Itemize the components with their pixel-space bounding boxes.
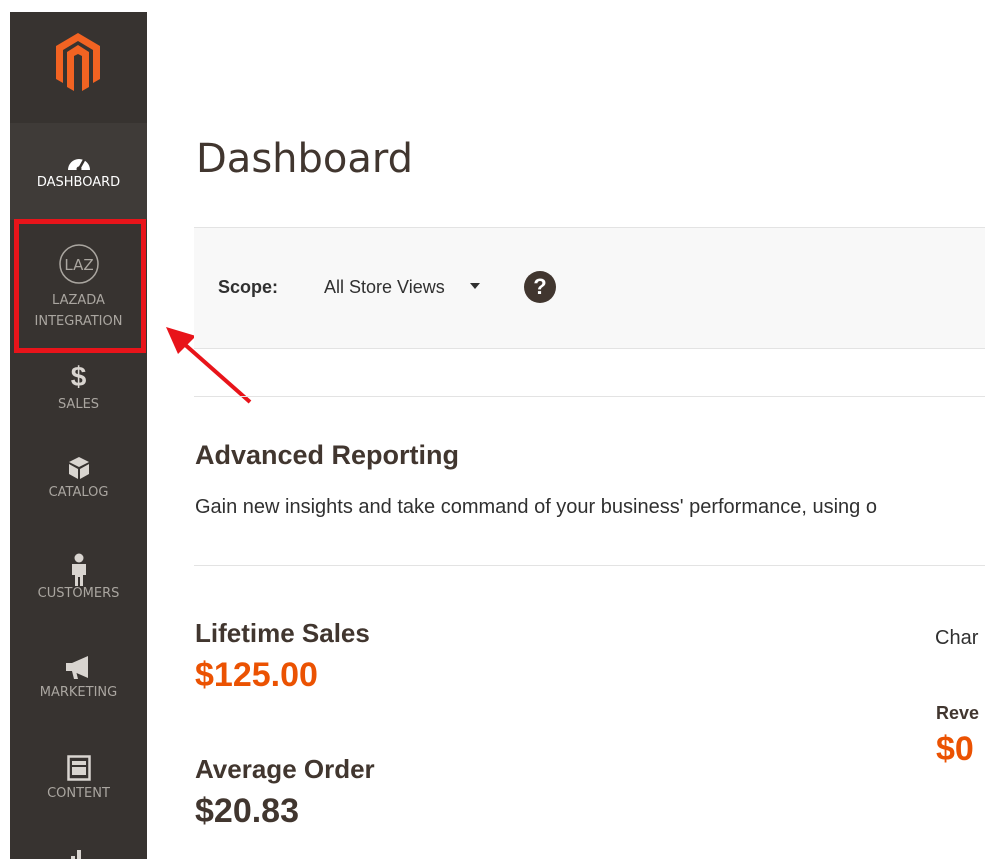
scope-bar: Scope: All Store Views ? [194,227,985,349]
chevron-down-icon[interactable] [470,283,480,289]
sidebar-item-catalog[interactable]: CATALOG [10,446,147,544]
bar-chart-icon [70,850,81,859]
magento-logo [56,33,100,91]
sidebar-item-label: SALES [57,397,100,412]
dollar-icon: $ [70,361,87,392]
average-order-label: Average Order [195,754,375,784]
divider [194,565,985,566]
chart-tab-label[interactable]: Char [935,627,985,650]
lifetime-sales-label: Lifetime Sales [195,618,370,648]
scope-label: Scope: [218,277,279,297]
advanced-reporting-text: Gain new insights and take command of yo… [195,496,877,518]
sidebar-item-sales[interactable]: $ SALES [10,356,147,446]
sidebar-item-marketing[interactable]: MARKETING [10,642,147,740]
sidebar-item-customers[interactable]: CUSTOMERS [10,544,147,642]
sidebar-item-reports[interactable] [10,838,147,859]
divider [194,396,985,397]
scope-switcher[interactable]: All Store Views [324,277,445,298]
logo-area[interactable] [10,12,147,123]
annotation-highlight-box [14,219,146,353]
average-order-value: $20.83 [195,792,299,830]
sidebar-item-label: CONTENT [47,786,110,801]
dashboard-icon [67,159,90,172]
page-title: Dashboard [196,136,414,182]
sidebar-item-label: CATALOG [48,485,109,500]
help-icon[interactable]: ? [524,271,556,303]
advanced-reporting-title: Advanced Reporting [195,440,460,470]
revenue-label: Reve [936,703,980,723]
sidebar-item-content[interactable]: CONTENT [10,740,147,838]
lifetime-sales-value: $125.00 [195,656,318,694]
admin-sidebar: DASHBOARD LAZ LAZADA INTEGRATION $ SALES… [10,12,147,859]
sidebar-item-label: DASHBOARD [36,175,121,190]
person-icon [71,553,86,586]
sidebar-item-label: MARKETING [39,685,118,700]
box-icon [68,457,89,479]
layout-icon [66,755,91,781]
sidebar-item-label: CUSTOMERS [37,586,120,601]
revenue-value: $0 [936,730,974,768]
megaphone-icon [65,656,88,679]
sidebar-item-dashboard[interactable]: DASHBOARD [10,123,147,220]
